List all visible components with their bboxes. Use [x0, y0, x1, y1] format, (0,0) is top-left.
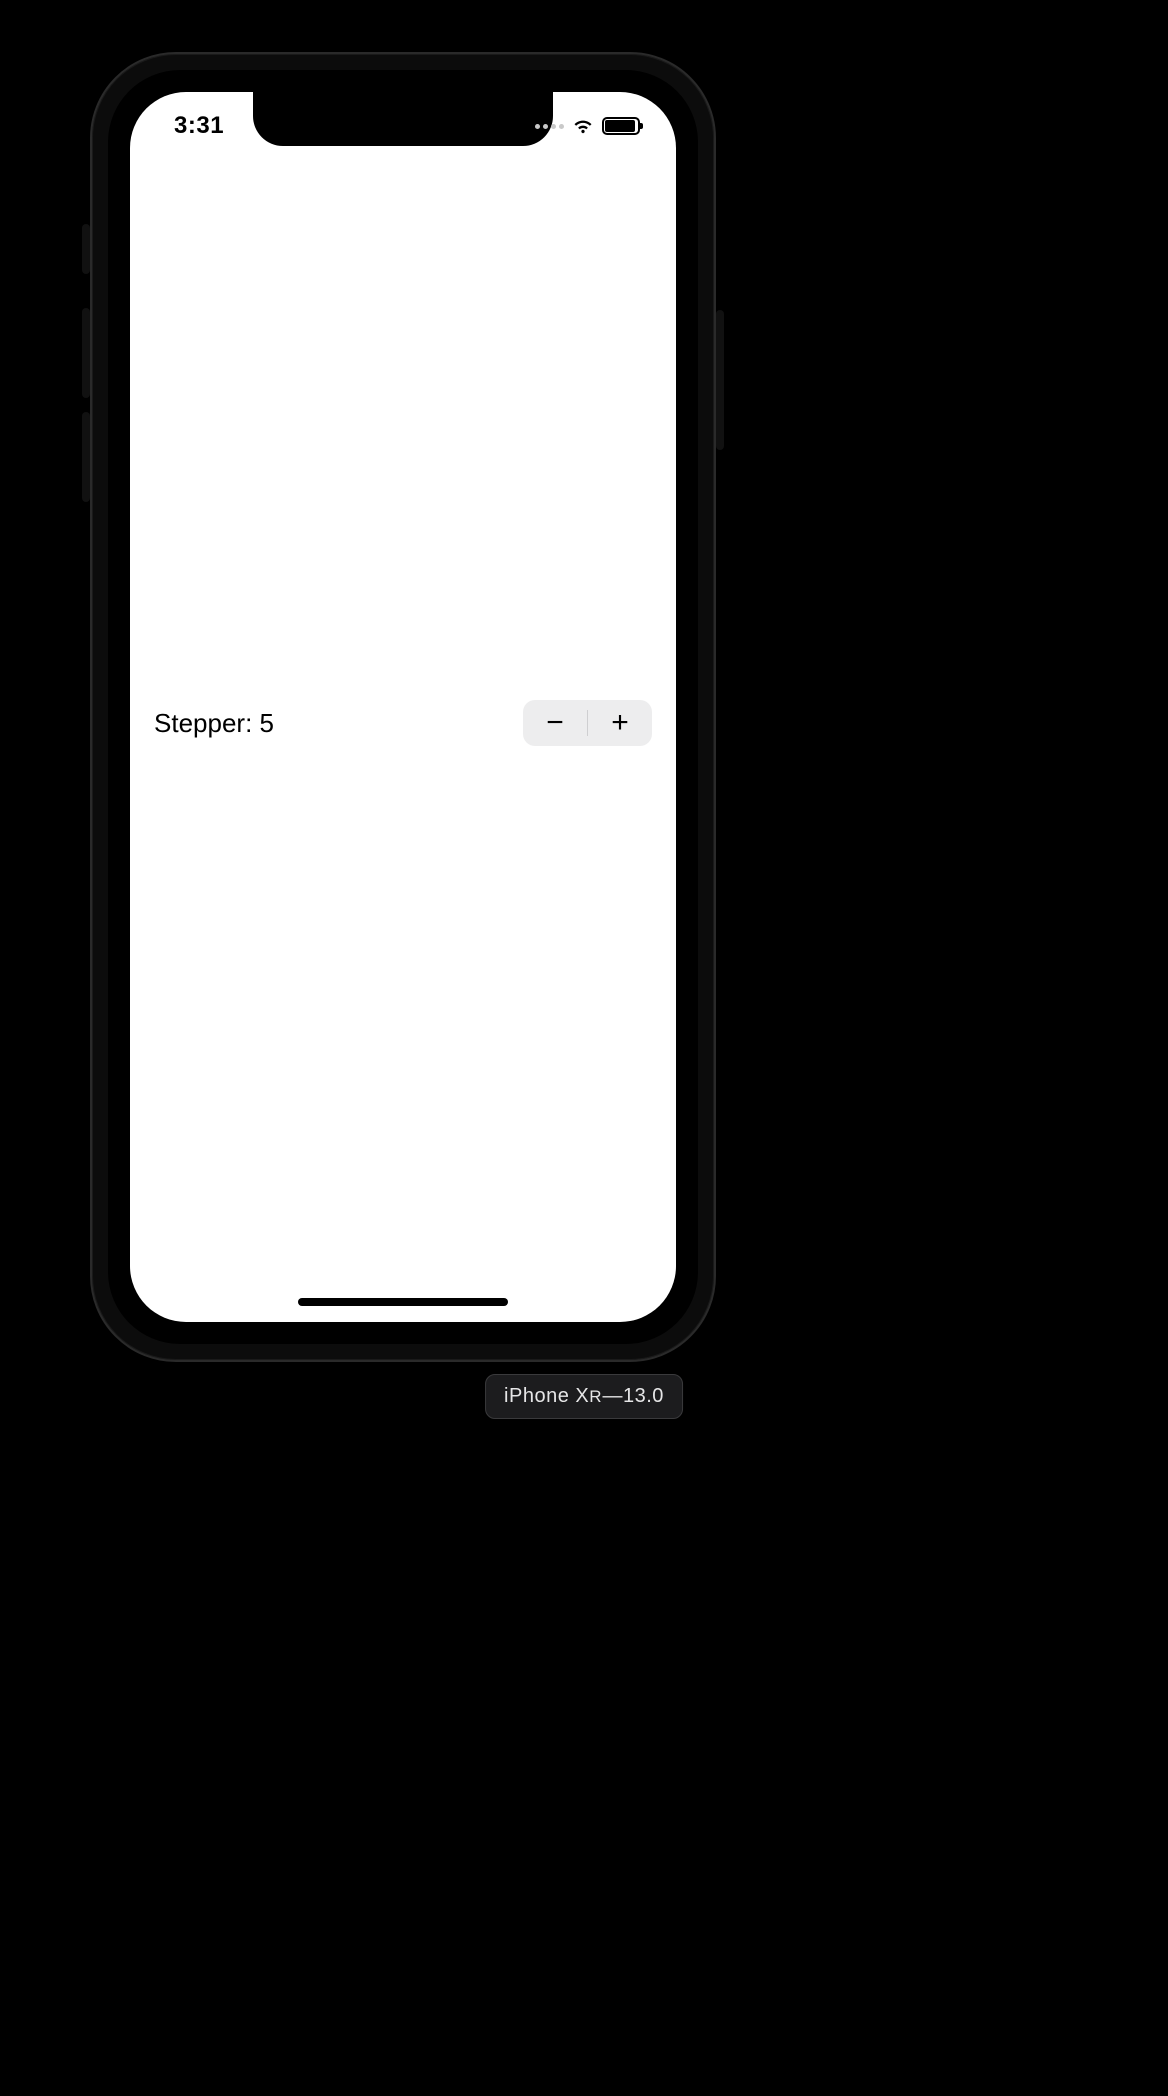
- main-content: Stepper: 5 − +: [130, 154, 676, 1292]
- device-label: iPhone XR — 13.0: [485, 1374, 683, 1419]
- device-model-prefix: iPhone X: [504, 1385, 589, 1408]
- stepper-value: 5: [260, 708, 274, 738]
- device-frame: 3:31: [90, 52, 716, 1362]
- volume-up-button: [82, 308, 90, 398]
- mute-switch: [82, 224, 90, 274]
- volume-down-button: [82, 412, 90, 502]
- battery-icon: [602, 117, 640, 135]
- stepper-row: Stepper: 5 − +: [154, 700, 652, 746]
- stepper-label-prefix: Stepper:: [154, 708, 260, 738]
- stepper-decrement-button[interactable]: −: [523, 700, 587, 746]
- status-time: 3:31: [174, 112, 224, 140]
- wifi-icon: [572, 118, 594, 134]
- device-os-version: 13.0: [623, 1385, 664, 1408]
- screen: 3:31: [130, 92, 676, 1322]
- device-bezel: 3:31: [108, 70, 698, 1344]
- stepper-label: Stepper: 5: [154, 708, 274, 739]
- minus-icon: −: [546, 706, 564, 740]
- device-label-separator: —: [603, 1385, 624, 1408]
- quantity-stepper: − +: [523, 700, 652, 746]
- stepper-increment-button[interactable]: +: [588, 700, 652, 746]
- cellular-signal-icon: [535, 124, 564, 129]
- status-bar: 3:31: [130, 92, 676, 154]
- device-model-suffix: R: [589, 1387, 602, 1407]
- status-indicators: [535, 117, 640, 135]
- power-button: [716, 310, 724, 450]
- home-indicator[interactable]: [298, 1298, 508, 1306]
- plus-icon: +: [611, 706, 629, 740]
